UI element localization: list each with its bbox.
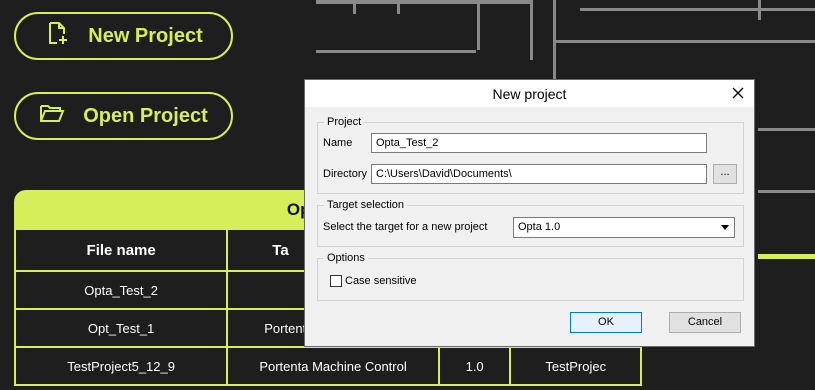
name-input[interactable]: Opta_Test_2 bbox=[371, 133, 707, 153]
directory-label: Directory bbox=[323, 168, 368, 180]
name-label: Name bbox=[323, 137, 353, 149]
chevron-down-icon bbox=[721, 225, 729, 230]
project-group-label: Project bbox=[327, 116, 362, 128]
directory-input[interactable]: C:\Users\David\Documents\ bbox=[371, 164, 707, 184]
table-row[interactable]: TestProject5_12_9 Portenta Machine Contr… bbox=[13, 346, 642, 386]
cell-file-name: Opta_Test_2 bbox=[13, 270, 229, 310]
background-line bbox=[580, 8, 815, 11]
cell-path: TestProjec bbox=[509, 346, 642, 386]
background-line bbox=[316, 50, 476, 53]
dialog-title: New project bbox=[492, 85, 567, 102]
target-select-value: Opta 1.0 bbox=[518, 221, 561, 233]
case-sensitive-label: Case sensitive bbox=[345, 275, 417, 287]
background-line bbox=[758, 190, 815, 193]
options-group-label: Options bbox=[327, 252, 365, 264]
column-header-file-name: File name bbox=[13, 228, 229, 272]
cancel-button[interactable]: Cancel bbox=[669, 312, 741, 333]
cell-target: Portenta Machine Control bbox=[226, 346, 440, 386]
new-project-button[interactable]: New Project bbox=[14, 12, 233, 60]
target-select[interactable]: Opta 1.0 bbox=[513, 217, 735, 238]
background-line bbox=[316, 0, 530, 4]
close-icon[interactable] bbox=[728, 83, 748, 103]
open-project-label: Open Project bbox=[83, 104, 208, 127]
case-sensitive-checkbox[interactable] bbox=[330, 275, 342, 287]
ok-button[interactable]: OK bbox=[570, 312, 642, 333]
cell-file-name: Opt_Test_1 bbox=[13, 308, 229, 348]
open-project-button[interactable]: Open Project bbox=[14, 92, 233, 140]
cell-version: 1.0 bbox=[437, 346, 512, 386]
new-project-label: New Project bbox=[88, 24, 203, 47]
target-group-label: Target selection bbox=[327, 199, 405, 211]
new-file-icon bbox=[44, 20, 70, 52]
background-accent-line bbox=[758, 254, 815, 259]
browse-button[interactable]: ... bbox=[713, 164, 737, 184]
background-line bbox=[553, 40, 815, 43]
dialog-titlebar: New project bbox=[305, 80, 754, 107]
background-line bbox=[397, 0, 400, 14]
cell-file-name: TestProject5_12_9 bbox=[13, 346, 229, 386]
target-label: Select the target for a new project bbox=[323, 221, 488, 233]
background-line bbox=[530, 0, 533, 60]
new-project-dialog: New project Project Name Opta_Test_2 Dir… bbox=[305, 80, 754, 346]
background-line bbox=[353, 0, 356, 14]
background-line bbox=[758, 128, 815, 131]
folder-open-icon bbox=[39, 100, 65, 132]
background-line bbox=[477, 0, 480, 50]
